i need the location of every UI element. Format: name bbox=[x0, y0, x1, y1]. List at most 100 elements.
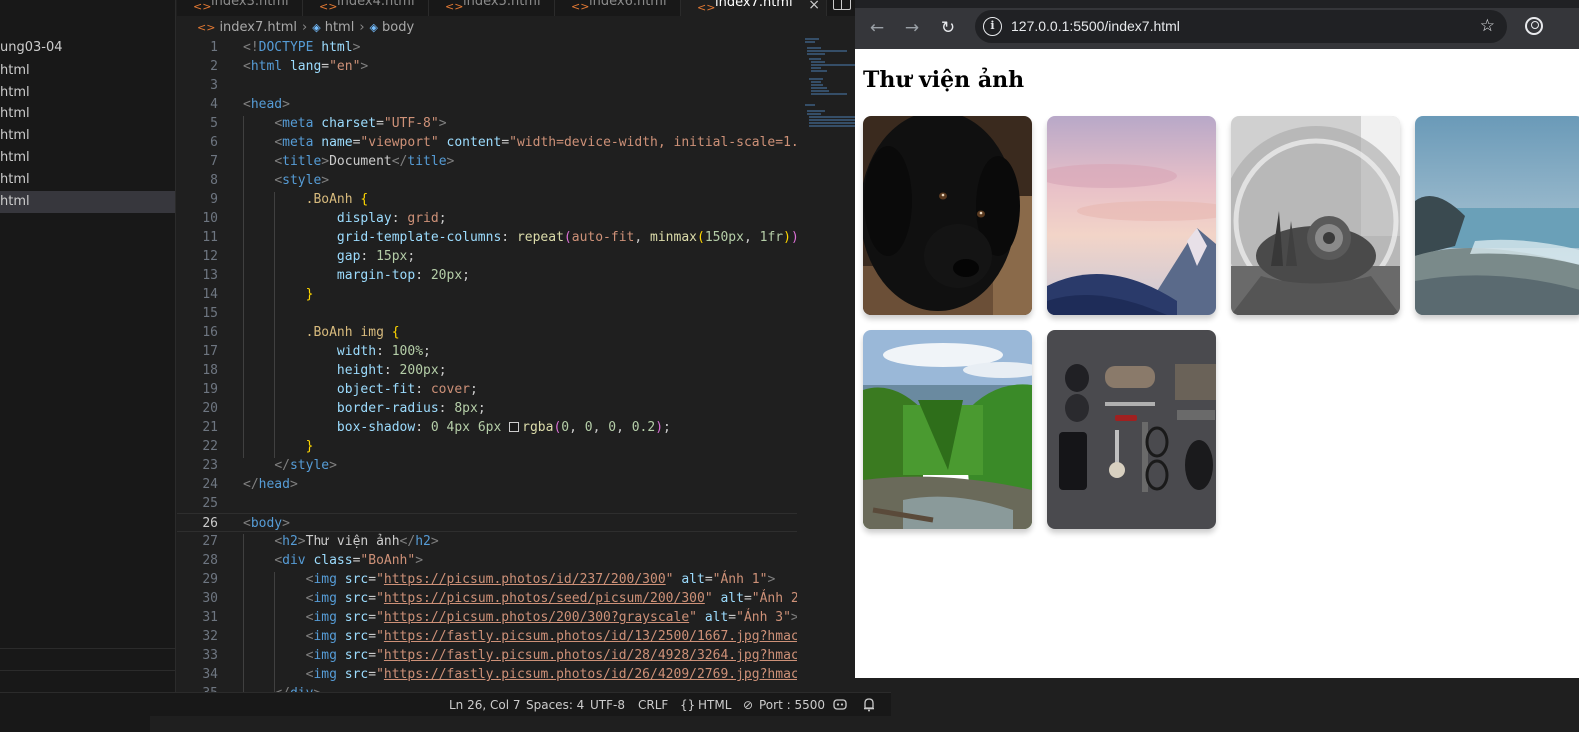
code-area[interactable]: 1 <!DOCTYPE html> 2 <html lang="en"> 3 4 <h… bbox=[177, 38, 797, 692]
code-line: 6 <meta name="viewport" content="width=d… bbox=[210, 135, 797, 150]
breadcrumb-body[interactable]: body bbox=[382, 20, 414, 35]
explorer-file[interactable]: html bbox=[0, 103, 175, 125]
status-bar: Ln 26, Col 7 Spaces: 4 UTF-8 CRLF {} HTM… bbox=[0, 692, 891, 716]
explorer-file[interactable]: html bbox=[0, 125, 175, 147]
browser-toolbar: ← → ↻ i 127.0.0.1:5500/index7.html ☆ bbox=[855, 0, 1579, 49]
code-line: 23 </style> bbox=[202, 458, 337, 473]
close-icon[interactable]: × bbox=[808, 0, 820, 16]
breadcrumb-file[interactable]: index7.html bbox=[219, 20, 297, 35]
indentation-setting[interactable]: Spaces: 4 bbox=[526, 693, 584, 717]
code-line: 20 border-radius: 8px; bbox=[202, 401, 486, 416]
code-editor: <> index3.html <> index4.html <> index5.htm… bbox=[177, 0, 855, 692]
code-line: 4 <head> bbox=[210, 97, 290, 112]
address-bar[interactable]: i 127.0.0.1:5500/index7.html ☆ bbox=[975, 10, 1507, 43]
code-line: 3 bbox=[210, 78, 218, 93]
desktop-screen: ung03-04 html html html html html html h… bbox=[0, 0, 1579, 732]
encoding-setting[interactable]: UTF-8 bbox=[590, 693, 625, 717]
site-info-icon[interactable]: i bbox=[983, 17, 1002, 36]
explorer-file[interactable]: html bbox=[0, 169, 175, 191]
html-file-icon: <> bbox=[319, 0, 338, 13]
back-arrow-icon[interactable]: ← bbox=[863, 14, 891, 42]
explorer-file[interactable]: html bbox=[0, 60, 175, 82]
cube-icon: ◈ bbox=[369, 21, 378, 34]
explorer-folder[interactable]: ung03-04 bbox=[0, 37, 175, 59]
code-line: 9 .BoAnh { bbox=[210, 192, 369, 207]
code-line: 31 <img src="https://picsum.photos/200/3… bbox=[202, 610, 797, 625]
tab-index5[interactable]: <> index5.html bbox=[429, 0, 555, 16]
tab-index7[interactable]: <> index7.html × bbox=[681, 0, 827, 16]
eol-setting[interactable]: CRLF bbox=[638, 693, 668, 717]
tab-index3[interactable]: <> index3.html bbox=[177, 0, 303, 16]
code-line: 10 display: grid; bbox=[202, 211, 447, 226]
code-line: 2 <html lang="en"> bbox=[210, 59, 369, 74]
html-file-icon: <> bbox=[697, 1, 716, 14]
html-file-icon: <> bbox=[193, 0, 212, 13]
browser-window: ← → ↻ i 127.0.0.1:5500/index7.html ☆ Thư… bbox=[855, 0, 1579, 678]
code-line: 27 <h2>Thư viện ảnh</h2> bbox=[202, 534, 439, 549]
gallery-image-3 bbox=[1231, 116, 1400, 315]
code-line: 34 <img src="https://fastly.picsum.photo… bbox=[202, 667, 797, 682]
code-line: 16 .BoAnh img { bbox=[202, 325, 400, 340]
code-line: 8 <style> bbox=[210, 173, 330, 188]
chevron-right-icon: › bbox=[302, 20, 308, 35]
code-line: 7 <title>Document</title> bbox=[210, 154, 455, 169]
code-line: 30 <img src="https://picsum.photos/seed/… bbox=[202, 591, 797, 606]
live-server-port[interactable]: Port : 5500 bbox=[759, 693, 825, 717]
code-line: 24 </head> bbox=[202, 477, 298, 492]
code-line: 5 <meta charset="UTF-8"> bbox=[210, 116, 447, 131]
notifications-bell-icon[interactable] bbox=[862, 693, 876, 717]
code-line: 35 </div> bbox=[177, 684, 797, 692]
port-status-icon: ⊘ bbox=[743, 698, 754, 712]
explorer-divider bbox=[0, 670, 175, 671]
code-line: 21 box-shadow: 0 4px 6px rgba(0, 0, 0, 0… bbox=[202, 420, 671, 435]
editor-tab-bar: <> index3.html <> index4.html <> index5.htm… bbox=[177, 0, 855, 16]
code-line: 18 height: 200px; bbox=[202, 363, 447, 378]
tab-index4[interactable]: <> index4.html bbox=[303, 0, 429, 16]
language-mode[interactable]: HTML bbox=[698, 693, 731, 717]
explorer-file[interactable]: html bbox=[0, 82, 175, 104]
profile-icon[interactable] bbox=[1525, 17, 1543, 35]
code-line-current: 26 <body> bbox=[177, 513, 797, 532]
chevron-right-icon: › bbox=[359, 20, 365, 35]
code-line: 1 <!DOCTYPE html> bbox=[210, 40, 361, 55]
file-explorer: ung03-04 html html html html html html h… bbox=[0, 0, 176, 692]
code-line: 15 bbox=[202, 306, 218, 321]
url-text[interactable]: 127.0.0.1:5500/index7.html bbox=[1011, 10, 1180, 43]
code-line: 13 margin-top: 20px; bbox=[202, 268, 470, 283]
minimap[interactable] bbox=[799, 38, 855, 692]
gallery-image-2 bbox=[1047, 116, 1216, 315]
code-line: 11 grid-template-columns: repeat(auto-fi… bbox=[202, 230, 797, 245]
copilot-icon[interactable] bbox=[833, 693, 847, 717]
forward-arrow-icon[interactable]: → bbox=[898, 14, 926, 42]
html-file-icon: <> bbox=[571, 0, 590, 13]
explorer-file[interactable]: html bbox=[0, 147, 175, 169]
code-line: 14 } bbox=[202, 287, 314, 302]
code-line: 33 <img src="https://fastly.picsum.photo… bbox=[202, 648, 797, 663]
split-editor-icon[interactable] bbox=[833, 0, 851, 10]
gallery-image-4 bbox=[1415, 116, 1579, 315]
taskbar-strip bbox=[0, 716, 1579, 732]
code-line: 28 <div class="BoAnh"> bbox=[202, 553, 424, 568]
gallery-image-6 bbox=[1047, 330, 1216, 529]
code-line: 22 } bbox=[202, 439, 314, 454]
code-line: 12 gap: 15px; bbox=[202, 249, 416, 264]
page-title: Thư viện ảnh bbox=[863, 67, 1025, 93]
cursor-position[interactable]: Ln 26, Col 7 bbox=[449, 693, 521, 717]
gallery-image-1 bbox=[863, 116, 1032, 315]
tab-index6[interactable]: <> index6.html bbox=[555, 0, 681, 16]
breadcrumb-html[interactable]: html bbox=[325, 20, 355, 35]
gallery-image-5 bbox=[863, 330, 1032, 529]
html-file-icon: <> bbox=[197, 21, 216, 34]
reload-icon[interactable]: ↻ bbox=[934, 14, 962, 42]
code-line: 25 bbox=[202, 496, 218, 511]
cube-icon: ◈ bbox=[312, 21, 321, 34]
explorer-divider bbox=[0, 648, 175, 649]
explorer-file-active[interactable]: html bbox=[0, 191, 175, 213]
code-line: 32 <img src="https://fastly.picsum.photo… bbox=[202, 629, 797, 644]
code-line: 17 width: 100%; bbox=[202, 344, 431, 359]
breadcrumb: <> index7.html › ◈ html › ◈ body bbox=[177, 17, 855, 39]
code-line: 19 object-fit: cover; bbox=[202, 382, 478, 397]
braces-icon: {} bbox=[680, 698, 696, 712]
code-line: 29 <img src="https://picsum.photos/id/23… bbox=[202, 572, 776, 587]
bookmark-star-icon[interactable]: ☆ bbox=[1480, 10, 1495, 43]
